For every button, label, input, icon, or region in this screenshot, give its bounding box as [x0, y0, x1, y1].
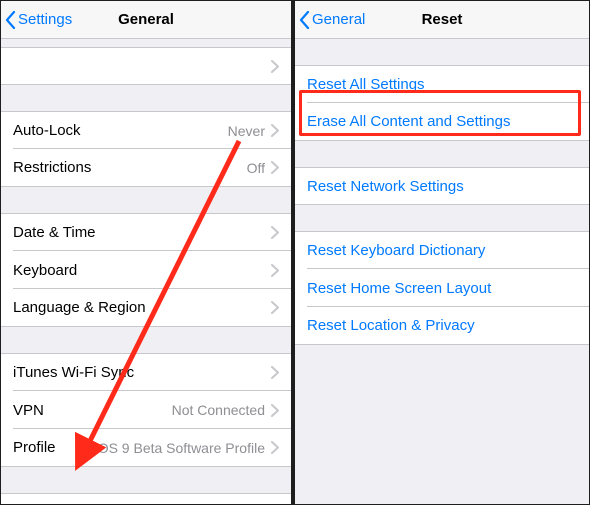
cell-top-blank[interactable] — [1, 47, 291, 85]
cell-profile[interactable]: Profile iOS 9 Beta Software Profile — [1, 429, 291, 467]
cell-reset-home-layout[interactable]: Reset Home Screen Layout — [295, 269, 589, 307]
cell-reset-location-privacy[interactable]: Reset Location & Privacy — [295, 307, 589, 345]
cell-reset-keyboard-dict[interactable]: Reset Keyboard Dictionary — [295, 231, 589, 269]
chevron-right-icon — [271, 301, 279, 314]
back-to-settings[interactable]: Settings — [1, 11, 78, 29]
cell-label: Erase All Content and Settings — [307, 113, 577, 130]
chevron-right-icon — [271, 366, 279, 379]
cell-reset-network[interactable]: Reset Network Settings — [295, 167, 589, 205]
cell-label: Reset Keyboard Dictionary — [307, 242, 577, 259]
cell-label: iTunes Wi-Fi Sync — [13, 364, 271, 381]
cell-label: VPN — [13, 402, 172, 419]
back-label: Settings — [18, 11, 72, 28]
cell-label: Reset Network Settings — [307, 178, 577, 195]
cell-value: iOS 9 Beta Software Profile — [95, 440, 265, 456]
cell-label: Restrictions — [13, 159, 247, 176]
cell-reset-all-settings[interactable]: Reset All Settings — [295, 65, 589, 103]
chevron-right-icon — [271, 404, 279, 417]
cell-label: Auto-Lock — [13, 122, 228, 139]
cell-label: Reset Location & Privacy — [307, 317, 577, 334]
cell-label: Language & Region — [13, 299, 271, 316]
cell-keyboard[interactable]: Keyboard — [1, 251, 291, 289]
cell-language-region[interactable]: Language & Region — [1, 289, 291, 327]
chevron-right-icon — [271, 161, 279, 174]
navbar-general: Settings General — [1, 1, 291, 39]
cell-date-time[interactable]: Date & Time — [1, 213, 291, 251]
chevron-left-icon — [5, 11, 16, 29]
reset-settings-pane: General Reset Reset All Settings Erase A… — [295, 1, 589, 504]
cell-erase-all-content[interactable]: Erase All Content and Settings — [295, 103, 589, 141]
chevron-right-icon — [271, 226, 279, 239]
cell-restrictions[interactable]: Restrictions Off — [1, 149, 291, 187]
back-label: General — [312, 11, 365, 28]
general-settings-pane: Settings General Auto-Lock Never Restric… — [1, 1, 295, 504]
cell-label: Keyboard — [13, 262, 271, 279]
cell-regulatory[interactable]: Regulatory — [1, 493, 291, 504]
chevron-right-icon — [271, 264, 279, 277]
chevron-left-icon — [299, 11, 310, 29]
cell-label: Profile — [13, 439, 95, 456]
navbar-reset: General Reset — [295, 1, 589, 39]
cell-vpn[interactable]: VPN Not Connected — [1, 391, 291, 429]
cell-label: Date & Time — [13, 224, 271, 241]
chevron-right-icon — [271, 124, 279, 137]
cell-value: Never — [228, 123, 265, 139]
cell-itunes-wifi-sync[interactable]: iTunes Wi-Fi Sync — [1, 353, 291, 391]
chevron-right-icon — [271, 60, 279, 73]
chevron-right-icon — [271, 441, 279, 454]
cell-label: Regulatory — [13, 504, 271, 505]
cell-label: Reset Home Screen Layout — [307, 280, 577, 297]
cell-label: Reset All Settings — [307, 76, 577, 93]
back-to-general[interactable]: General — [295, 11, 371, 29]
cell-value: Not Connected — [172, 402, 265, 418]
cell-value: Off — [247, 160, 265, 176]
cell-auto-lock[interactable]: Auto-Lock Never — [1, 111, 291, 149]
